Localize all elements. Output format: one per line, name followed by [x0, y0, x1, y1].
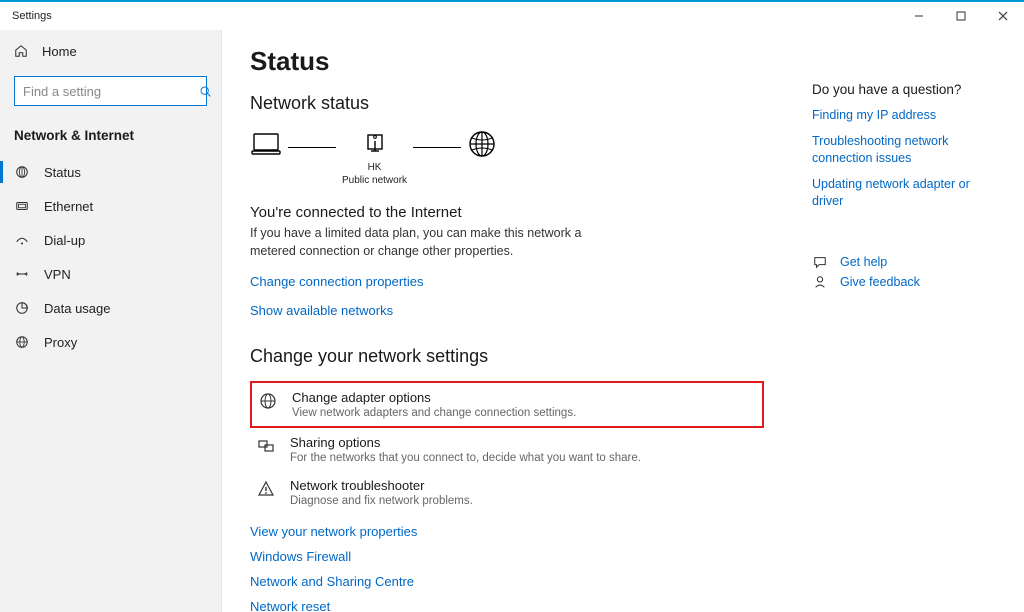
question-head: Do you have a question? [812, 82, 1004, 97]
show-available-networks-link[interactable]: Show available networks [250, 303, 804, 318]
view-network-properties-link[interactable]: View your network properties [250, 524, 804, 539]
option-desc: Diagnose and fix network problems. [290, 495, 758, 507]
window-title: Settings [12, 10, 52, 22]
data-usage-icon [14, 301, 30, 315]
nav-data-usage[interactable]: Data usage [0, 291, 221, 325]
home-button[interactable]: Home [0, 34, 221, 68]
main-panel: Status Network status xx HK Public networ… [222, 30, 1024, 612]
nav-label: Dial-up [44, 233, 85, 248]
search-input[interactable] [23, 84, 199, 99]
person-icon [812, 275, 828, 289]
windows-firewall-link[interactable]: Windows Firewall [250, 549, 804, 564]
home-label: Home [42, 44, 77, 59]
search-box[interactable] [14, 76, 207, 106]
option-desc: View network adapters and change connect… [292, 407, 756, 419]
home-icon [14, 44, 28, 58]
sharing-options[interactable]: Sharing options For the networks that yo… [250, 428, 764, 471]
status-icon [14, 165, 30, 179]
option-desc: For the networks that you connect to, de… [290, 452, 758, 464]
title-bar: Settings [0, 2, 1024, 30]
adapter-icon [258, 390, 278, 410]
change-adapter-options[interactable]: Change adapter options View network adap… [250, 381, 764, 428]
change-settings-head: Change your network settings [250, 346, 804, 367]
change-connection-properties-link[interactable]: Change connection properties [250, 274, 804, 289]
network-type: Public network [342, 175, 407, 186]
close-button[interactable] [982, 2, 1024, 30]
search-icon [199, 85, 212, 98]
nav-ethernet[interactable]: Ethernet [0, 189, 221, 223]
category-header: Network & Internet [0, 118, 221, 155]
nav-vpn[interactable]: VPN [0, 257, 221, 291]
connected-head: You're connected to the Internet [250, 204, 804, 221]
network-sharing-centre-link[interactable]: Network and Sharing Centre [250, 574, 804, 589]
network-troubleshooter[interactable]: Network troubleshooter Diagnose and fix … [250, 471, 764, 514]
connected-desc: If you have a limited data plan, you can… [250, 225, 590, 260]
router-icon: HK Public network [342, 131, 407, 187]
give-feedback-link[interactable]: Give feedback [840, 275, 920, 289]
help-link-trouble[interactable]: Troubleshooting network connection issue… [812, 133, 1004, 168]
sidebar: Home Network & Internet Status Ethernet [0, 30, 222, 612]
option-title: Change adapter options [292, 390, 756, 405]
computer-icon: xx [250, 128, 282, 190]
nav-label: Data usage [44, 301, 111, 316]
nav-label: Status [44, 165, 81, 180]
maximize-button[interactable] [940, 2, 982, 30]
router-name: HK [368, 162, 382, 173]
nav-dialup[interactable]: Dial-up [0, 223, 221, 257]
nav-proxy[interactable]: Proxy [0, 325, 221, 359]
vpn-icon [14, 267, 30, 281]
get-help-row[interactable]: Get help [812, 255, 1004, 269]
get-help-link[interactable]: Get help [840, 255, 887, 269]
right-pane: Do you have a question? Finding my IP ad… [804, 30, 1004, 612]
minimize-button[interactable] [898, 2, 940, 30]
globe-icon: xx [467, 129, 497, 189]
help-link-driver[interactable]: Updating network adapter or driver [812, 176, 1004, 211]
network-reset-link[interactable]: Network reset [250, 599, 804, 612]
proxy-icon [14, 335, 30, 349]
option-title: Network troubleshooter [290, 478, 758, 493]
nav-status[interactable]: Status [0, 155, 221, 189]
network-status-head: Network status [250, 93, 804, 114]
network-diagram: xx HK Public network xx [250, 128, 804, 190]
help-link-ip[interactable]: Finding my IP address [812, 107, 1004, 125]
give-feedback-row[interactable]: Give feedback [812, 275, 1004, 289]
page-title: Status [250, 46, 804, 77]
dialup-icon [14, 233, 30, 247]
nav-label: Proxy [44, 335, 77, 350]
nav-label: Ethernet [44, 199, 93, 214]
troubleshooter-icon [256, 478, 276, 498]
sharing-icon [256, 435, 276, 455]
nav-label: VPN [44, 267, 71, 282]
ethernet-icon [14, 199, 30, 213]
option-title: Sharing options [290, 435, 758, 450]
chat-icon [812, 255, 828, 269]
